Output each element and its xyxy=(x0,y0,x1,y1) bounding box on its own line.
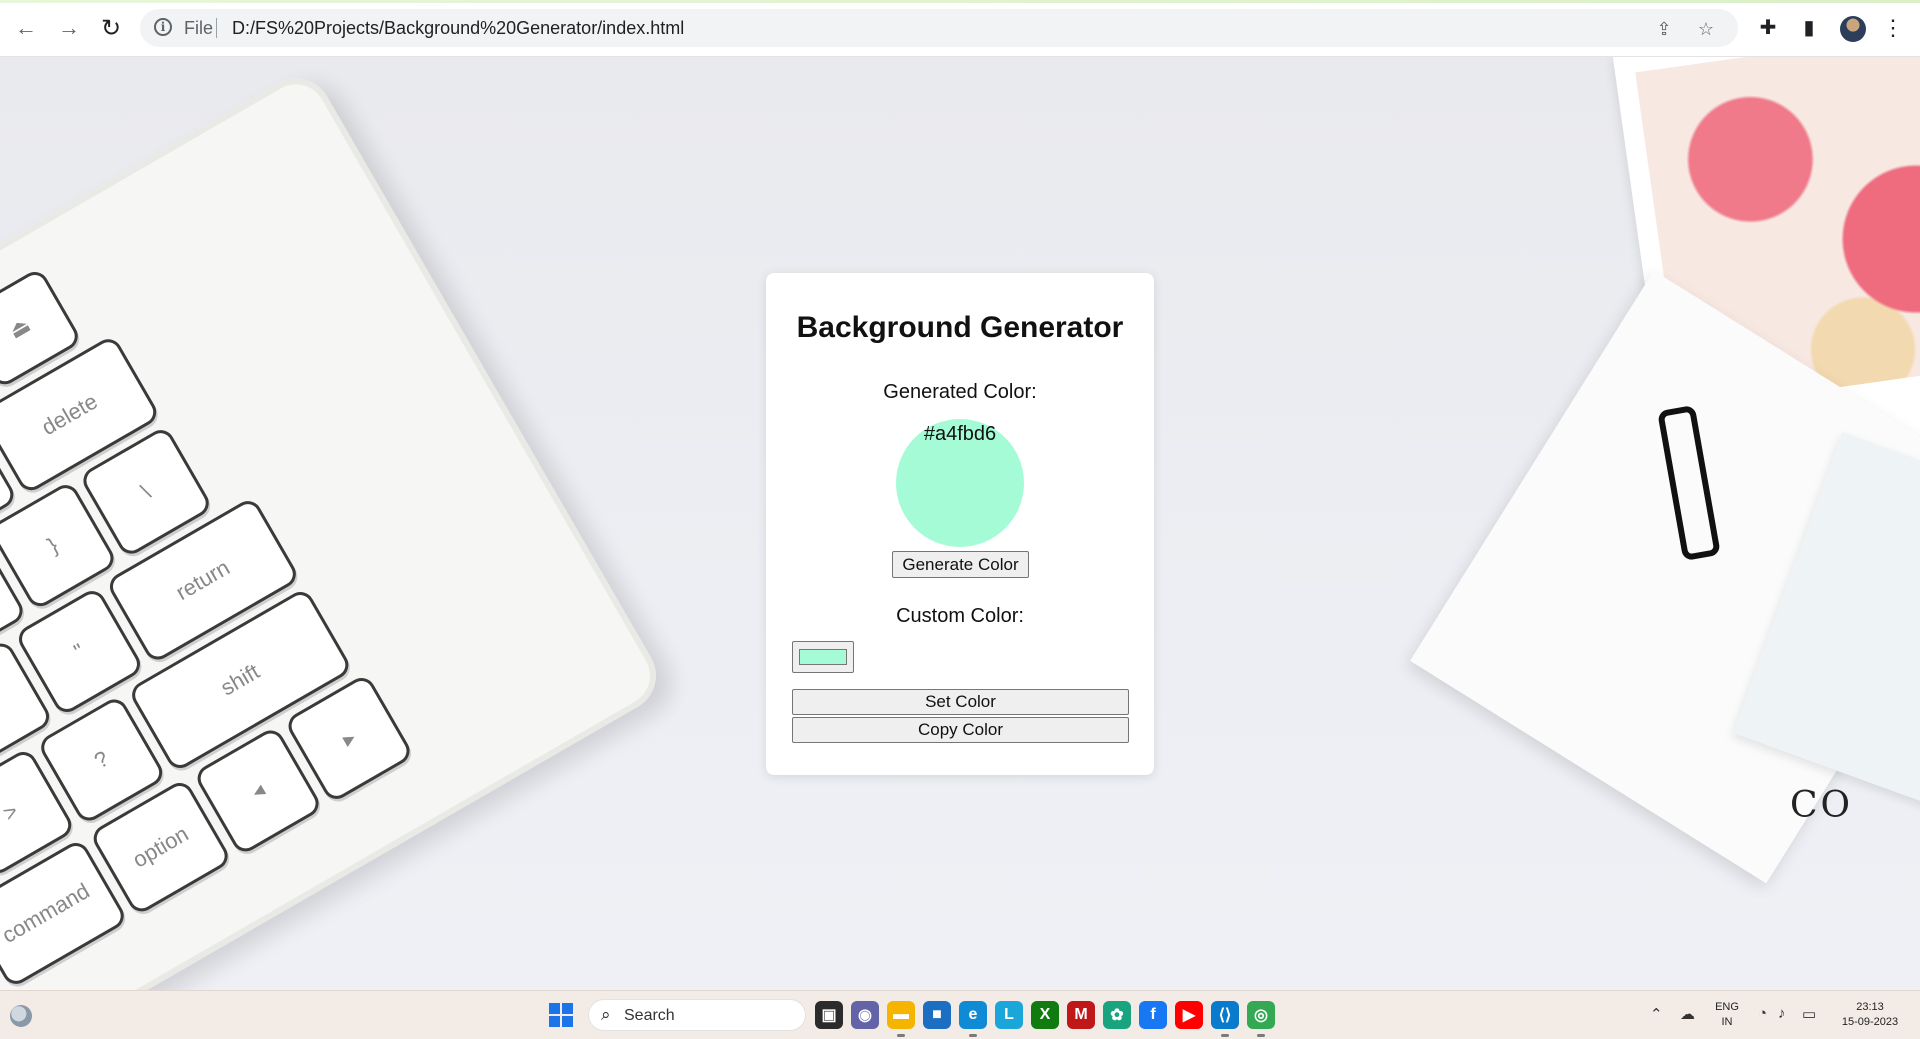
share-icon[interactable]: ⇪ xyxy=(1652,17,1676,41)
task-view-icon[interactable]: ▣ xyxy=(815,1001,843,1029)
tab-strip-edge xyxy=(0,0,1920,3)
xbox-icon[interactable]: X xyxy=(1031,1001,1059,1029)
windows-taskbar: ⌕ Search ▣ ◉ ▬ ■ e L X M ✿ f ▶ ⟨⟩ ◎ ⌃ ☁ ENG IN ◔ ♪ ▭… xyxy=(0,990,1920,1039)
card-logo-text: CO xyxy=(1790,785,1854,826)
profile-avatar[interactable] xyxy=(1840,16,1866,42)
generated-color-hex: #a4fbd6 xyxy=(923,423,997,445)
address-bar[interactable]: i File D:/FS%20Projects/Background%20Gen… xyxy=(140,9,1738,47)
onedrive-icon[interactable]: ☁ xyxy=(1680,1005,1695,1023)
url-separator xyxy=(216,18,217,38)
taskbar-search[interactable]: ⌕ Search xyxy=(588,999,806,1031)
running-indicator xyxy=(1257,1034,1265,1037)
browser-toolbar: ← → ↻ i File D:/FS%20Projects/Background… xyxy=(0,0,1920,57)
reload-icon[interactable]: ↻ xyxy=(97,14,125,42)
bookmark-star-icon[interactable]: ☆ xyxy=(1694,17,1718,41)
running-indicator xyxy=(1221,1034,1229,1037)
url-scheme-label: File xyxy=(184,18,214,38)
custom-color-label: Custom Color: xyxy=(896,605,1024,627)
youtube-icon[interactable]: ▶ xyxy=(1175,1001,1203,1029)
back-arrow-icon[interactable]: ← xyxy=(12,14,40,42)
generated-color-label: Generated Color: xyxy=(883,381,1037,403)
extensions-icon[interactable]: ✚ xyxy=(1755,15,1781,41)
chrome-icon[interactable]: ◎ xyxy=(1247,1001,1275,1029)
forward-arrow-icon[interactable]: → xyxy=(55,14,83,42)
volume-icon[interactable]: ♪ xyxy=(1778,1005,1786,1022)
copy-color-button[interactable]: Copy Color xyxy=(792,717,1129,743)
menu-kebab-icon[interactable]: ⋮ xyxy=(1880,15,1906,41)
search-icon: ⌕ xyxy=(601,1005,611,1024)
windows-start-icon[interactable] xyxy=(549,1003,573,1027)
generate-color-button[interactable]: Generate Color xyxy=(892,551,1029,578)
running-indicator xyxy=(969,1034,977,1037)
microsoft-store-icon[interactable]: ■ xyxy=(923,1001,951,1029)
custom-color-swatch xyxy=(799,649,847,665)
url-text[interactable]: D:/FS%20Projects/Background%20Generator/… xyxy=(232,18,684,39)
clock-date[interactable]: 15-09-2023 xyxy=(1830,1016,1910,1028)
language-region[interactable]: IN xyxy=(1712,1016,1742,1028)
running-indicator xyxy=(897,1034,905,1037)
taskbar-search-label: Search xyxy=(624,1007,675,1024)
custom-color-picker[interactable] xyxy=(792,641,854,673)
battery-icon[interactable]: ▭ xyxy=(1802,1005,1816,1023)
edge-icon[interactable]: e xyxy=(959,1001,987,1029)
weather-widget-icon[interactable] xyxy=(10,1005,32,1027)
clock-time[interactable]: 23:13 xyxy=(1830,1001,1910,1013)
chatgpt-icon[interactable]: ✿ xyxy=(1103,1001,1131,1029)
l-app-icon[interactable]: L xyxy=(995,1001,1023,1029)
language-indicator[interactable]: ENG xyxy=(1712,1001,1742,1013)
side-panel-icon[interactable]: ▮ xyxy=(1796,15,1822,41)
set-color-button[interactable]: Set Color xyxy=(792,689,1129,715)
file-explorer-icon[interactable]: ▬ xyxy=(887,1001,915,1029)
site-info-icon[interactable]: i xyxy=(154,18,172,36)
mcafee-icon[interactable]: M xyxy=(1067,1001,1095,1029)
teams-chat-icon[interactable]: ◉ xyxy=(851,1001,879,1029)
app-title: Background Generator xyxy=(796,311,1124,344)
facebook-icon[interactable]: f xyxy=(1139,1001,1167,1029)
vscode-icon[interactable]: ⟨⟩ xyxy=(1211,1001,1239,1029)
chevron-up-icon[interactable]: ⌃ xyxy=(1650,1005,1663,1023)
page-viewport: F11 F12 ⏏ − + delete P { } \ L ; " retur… xyxy=(0,57,1920,990)
wifi-icon[interactable]: ◔ xyxy=(1758,1005,1767,1022)
background-generator-card: Background Generator Generated Color: #a… xyxy=(766,273,1154,775)
